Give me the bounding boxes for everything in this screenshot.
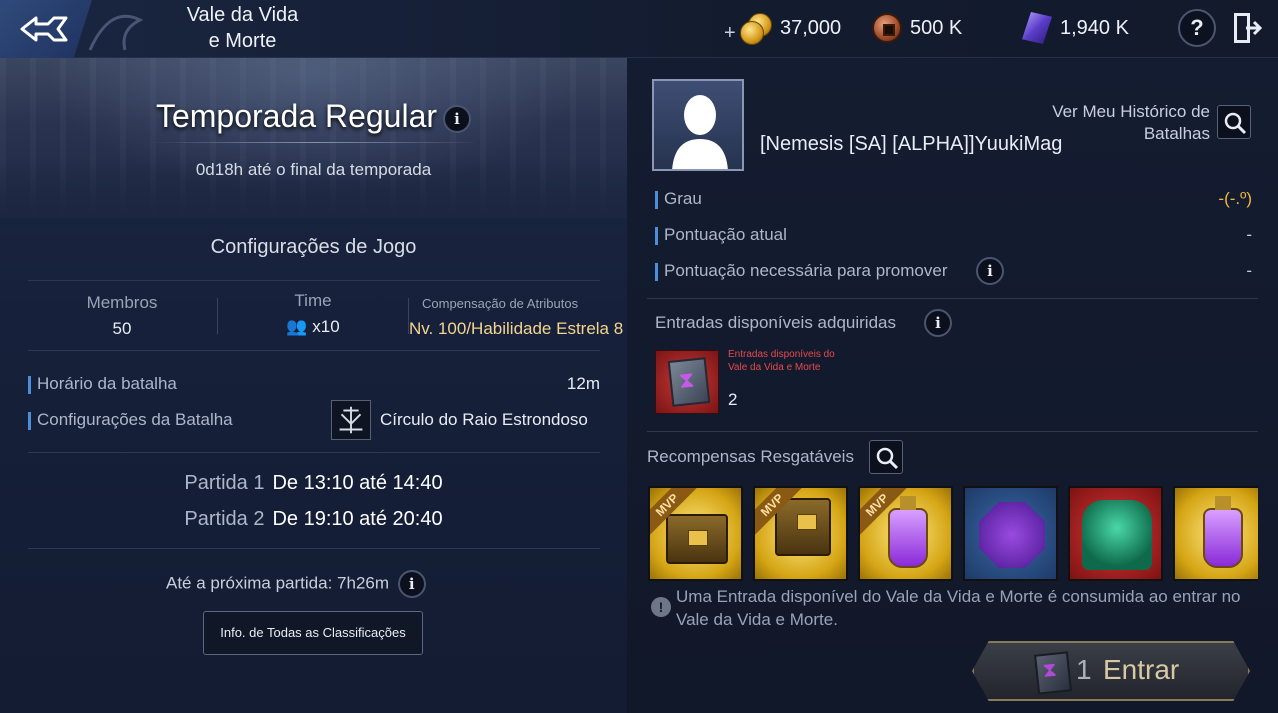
search-icon <box>1224 112 1247 135</box>
crystal-currency: 1,940 K <box>1022 12 1129 44</box>
team-icon: 👥 <box>286 317 308 336</box>
back-button[interactable] <box>0 0 92 58</box>
divider <box>150 142 480 143</box>
season-countdown: 0d18h até o final da temporada <box>195 160 432 179</box>
hourglass-book-icon <box>1034 651 1072 695</box>
bronze-currency: 500 K <box>872 12 962 44</box>
promotion-score-row: Pontuação necessária para promover - <box>655 260 1252 284</box>
divider <box>28 280 600 281</box>
reward-item[interactable]: MVP <box>858 486 953 581</box>
treasure-chest-icon <box>666 514 728 564</box>
top-bar: Vale da Vida e Morte + 37,000 500 K 1,94… <box>0 0 1278 58</box>
avatar[interactable] <box>652 79 744 171</box>
entry-ticket-count: 2 <box>728 390 738 409</box>
game-settings-title: Configurações de Jogo <box>210 236 417 258</box>
exit-icon[interactable] <box>1232 10 1264 46</box>
gold-amount: 37,000 <box>780 16 842 39</box>
entry-ticket-description: Entradas disponíveis do Vale da Vida e M… <box>728 349 835 373</box>
jade-dragon-icon <box>1082 500 1152 570</box>
crystal-amount: 1,940 K <box>1060 16 1129 39</box>
purple-potion-icon <box>1203 496 1243 568</box>
divider <box>28 452 600 453</box>
warning-icon: ! <box>651 597 671 617</box>
decorative-swirl-icon <box>88 14 144 51</box>
divider <box>647 298 1258 299</box>
entry-notice: Uma Entrada disponível do Vale da Vida e… <box>676 587 1241 629</box>
divider <box>28 350 600 351</box>
thunder-circle-icon <box>331 400 371 440</box>
grade-row: Grau -(-.º) <box>655 188 1252 212</box>
reward-item[interactable] <box>1068 486 1163 581</box>
next-match-info-icon[interactable]: i <box>397 570 426 598</box>
crystal-icon <box>1022 12 1052 44</box>
help-button[interactable]: ? <box>1178 9 1216 47</box>
battle-time-row: Horário da batalha 12m <box>28 373 600 397</box>
user-silhouette-icon <box>672 95 728 169</box>
page-title: Vale da Vida e Morte <box>186 4 299 52</box>
attribute-compensation-label: Compensação de Atributos <box>422 296 579 311</box>
all-rankings-button[interactable]: Info. de Todas as Classificações <box>203 611 423 655</box>
match-1: Partida 1 De 13:10 até 14:40 <box>184 472 443 494</box>
rewards-title: Recompensas Resgatáveis <box>647 447 854 466</box>
accent-bar <box>28 376 31 394</box>
gold-coin-icon <box>738 13 772 45</box>
season-info-icon[interactable]: i <box>443 104 472 133</box>
reward-item[interactable]: MVP <box>753 486 848 581</box>
battle-history-button[interactable] <box>1217 105 1251 139</box>
accent-bar <box>655 191 658 209</box>
enter-label: Entrar <box>1103 654 1180 685</box>
rewards-search-button[interactable] <box>869 440 903 474</box>
purple-potion-icon <box>888 496 928 568</box>
reward-item[interactable] <box>963 486 1058 581</box>
add-gold-button[interactable]: + <box>724 22 736 45</box>
bronze-coin-icon <box>872 13 902 43</box>
rewards-list: MVP MVP MVP <box>648 486 1258 581</box>
accent-bar <box>28 412 31 430</box>
bronze-amount: 500 K <box>910 16 963 39</box>
accent-bar <box>655 227 658 245</box>
battle-settings-value: Círculo do Raio Estrondoso <box>380 410 588 429</box>
divider <box>28 548 600 549</box>
battle-history-label: Ver Meu Histórico de Batalhas <box>1052 102 1210 143</box>
season-title: Temporada Regular i <box>0 98 627 135</box>
reward-item[interactable]: MVP <box>648 486 743 581</box>
members-stat: Membros 50 <box>86 293 158 338</box>
promotion-info-icon[interactable]: i <box>976 257 1004 285</box>
back-arrow-icon <box>20 16 68 42</box>
current-score-row: Pontuação atual - <box>655 224 1252 248</box>
entry-ticket-item[interactable] <box>655 350 719 414</box>
divider <box>647 431 1258 432</box>
ornate-box-icon <box>775 498 831 556</box>
match-2: Partida 2 De 19:10 até 20:40 <box>184 508 443 530</box>
accent-bar <box>655 263 658 281</box>
entries-title: Entradas disponíveis adquiridas <box>655 313 896 332</box>
entries-info-icon[interactable]: i <box>924 309 952 337</box>
team-stat: Time 👥 x10 <box>286 291 340 336</box>
hourglass-book-icon <box>667 357 711 407</box>
gold-currency: 37,000 <box>738 12 842 45</box>
search-icon <box>876 447 899 470</box>
season-banner <box>0 58 627 218</box>
next-match-countdown: Até a próxima partida: 7h26m i <box>166 570 426 598</box>
reward-item[interactable] <box>1173 486 1258 581</box>
purple-emblem-icon <box>979 502 1045 568</box>
attribute-compensation-value: Nv. 100/Habilidade Estrela 8 <box>409 319 624 338</box>
enter-cost: 1 <box>1076 654 1092 685</box>
